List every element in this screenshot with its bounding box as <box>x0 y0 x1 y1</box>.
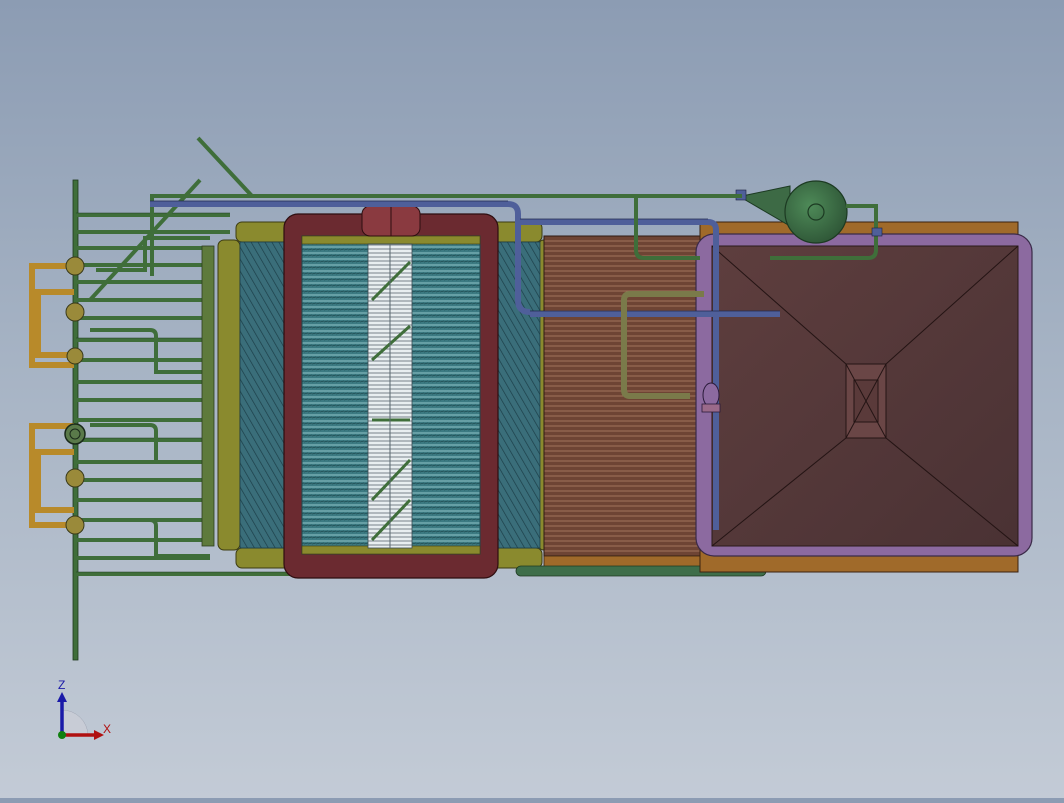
coordinate-triad <box>57 692 104 740</box>
ash-hopper[interactable] <box>695 221 1033 573</box>
duct-fitting[interactable] <box>701 382 721 413</box>
cad-viewport[interactable]: Z X <box>0 0 1064 798</box>
furnace-frame[interactable] <box>283 205 499 579</box>
triad-x-label: X <box>103 722 112 736</box>
left-header-loops[interactable] <box>29 263 74 528</box>
triad-z-label: Z <box>58 678 66 692</box>
boiler-model-top-view[interactable] <box>0 0 1064 798</box>
